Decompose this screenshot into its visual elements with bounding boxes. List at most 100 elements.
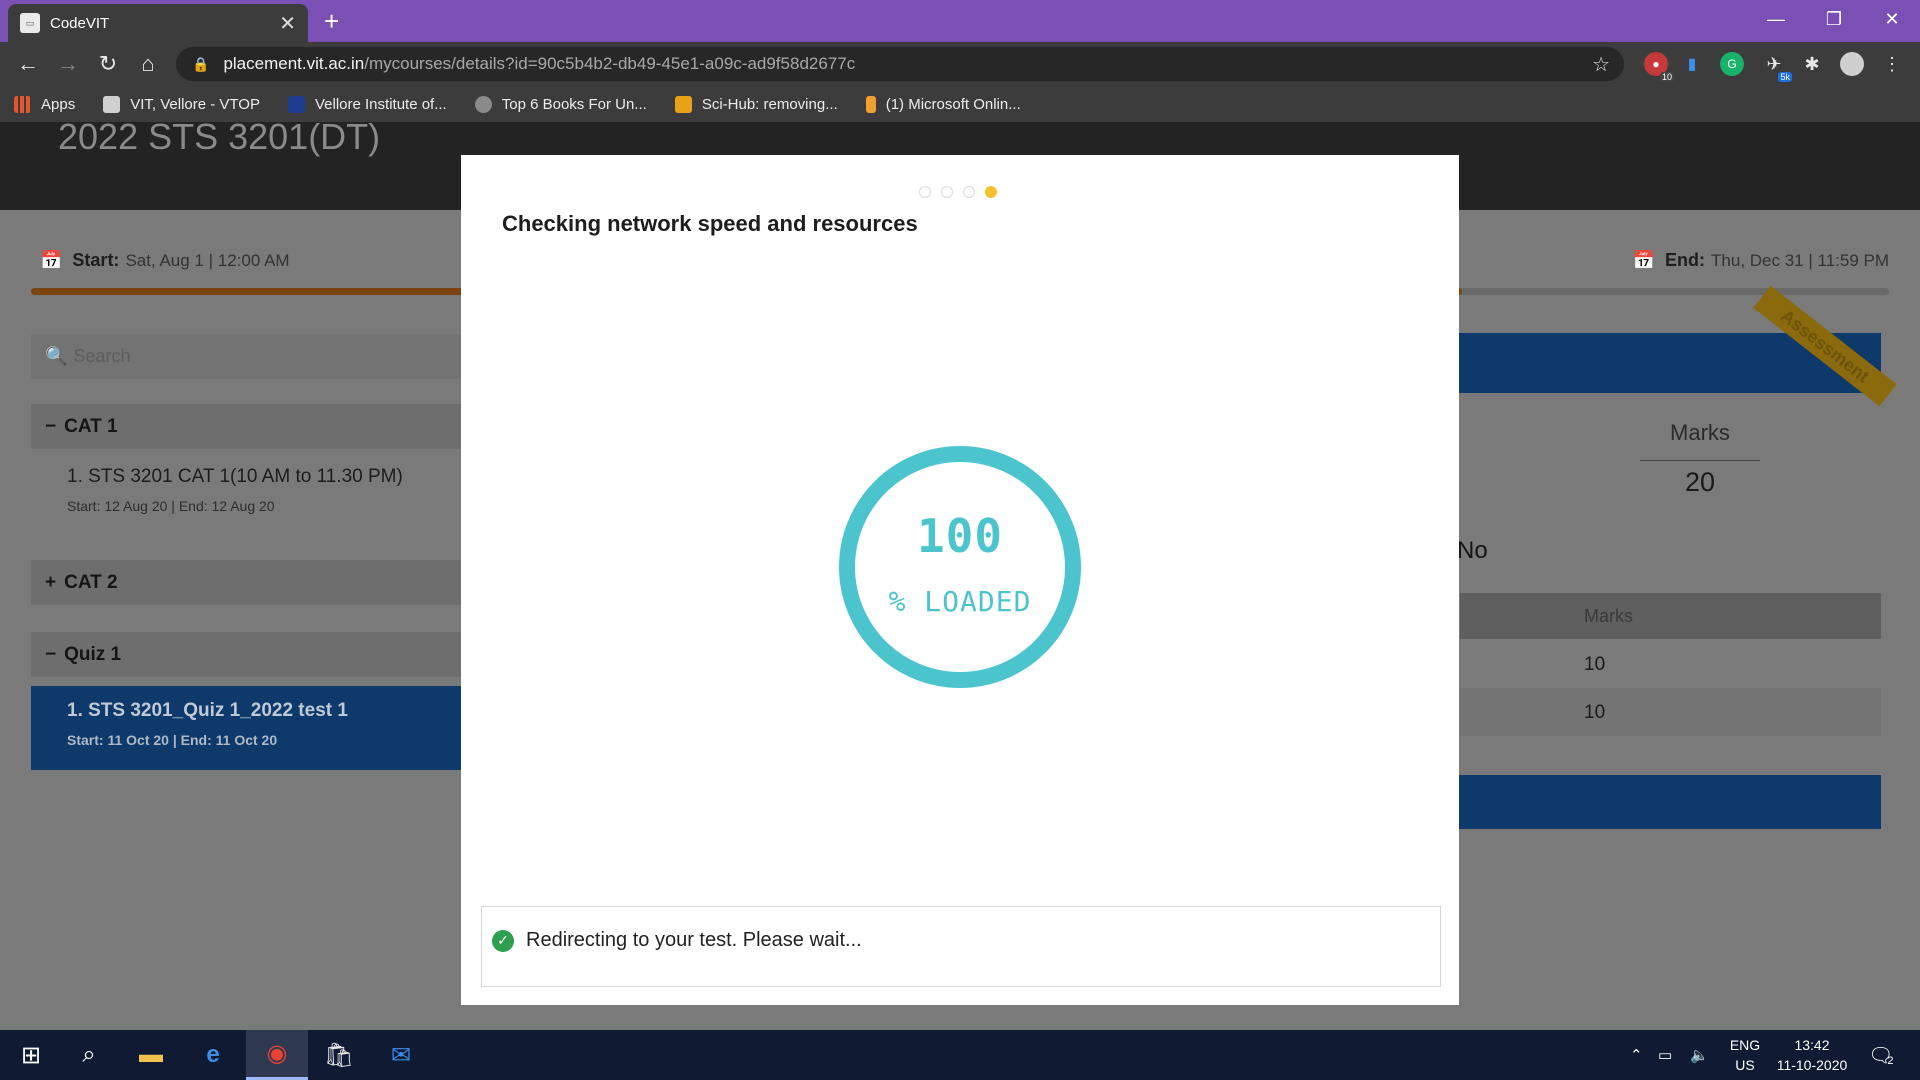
tab-close-icon[interactable]: ✕ bbox=[279, 11, 296, 36]
clock-date: 11-10-2020 bbox=[1776, 1057, 1848, 1073]
notifications-icon[interactable]: 🗨 2 bbox=[1868, 1030, 1894, 1080]
language-indicator[interactable]: ENG US bbox=[1722, 1030, 1768, 1080]
window-close-button[interactable]: ✕ bbox=[1864, 0, 1920, 38]
browser-toolbar: ← → ↻ ⌂ 🔒 placement.vit.ac.in /mycourses… bbox=[0, 42, 1920, 86]
section-quiz-1[interactable]: − Quiz 1 bbox=[31, 632, 491, 677]
list-item-selected[interactable]: 1. STS 3201_Quiz 1_2022 test 1 Start: 11… bbox=[31, 686, 491, 770]
bookmark-apps[interactable]: Apps bbox=[14, 95, 76, 113]
section-label: Quiz 1 bbox=[64, 643, 122, 665]
vtop-icon bbox=[103, 95, 121, 113]
marks-value: 20 bbox=[1640, 460, 1760, 498]
step-dot bbox=[919, 186, 931, 198]
table-cell-marks: 10 bbox=[1584, 654, 1606, 675]
extensions-puzzle-icon[interactable]: ✱ bbox=[1800, 52, 1824, 76]
step-dot-active bbox=[985, 186, 997, 198]
notification-count: 2 bbox=[1887, 1055, 1894, 1067]
collapse-icon: − bbox=[45, 643, 57, 665]
search-icon[interactable]: ⌕ bbox=[58, 1030, 120, 1080]
bookmark-scihub[interactable]: Sci-Hub: removing... bbox=[674, 95, 838, 113]
start-value: Sat, Aug 1 | 12:00 AM bbox=[125, 250, 290, 270]
minimize-button[interactable]: — bbox=[1748, 0, 1804, 38]
clock-time: 13:42 bbox=[1794, 1037, 1830, 1053]
step-indicator bbox=[919, 186, 997, 198]
back-arrow-icon[interactable]: ← bbox=[12, 48, 44, 80]
loading-percent: 100 bbox=[916, 508, 1004, 563]
bookmark-top-books[interactable]: Top 6 Books For Un... bbox=[474, 95, 647, 113]
browser-menu-icon[interactable]: ⋮ bbox=[1880, 52, 1904, 76]
expand-icon: + bbox=[45, 571, 57, 593]
item-dates: Start: 11 Oct 20 | End: 11 Oct 20 bbox=[67, 732, 278, 748]
browser-tab-strip: ▭ CodeVIT ✕ + — ❐ ✕ bbox=[0, 0, 1920, 42]
region-text: US bbox=[1735, 1057, 1755, 1073]
check-circle-icon: ✓ bbox=[492, 929, 514, 952]
list-item[interactable]: 1. STS 3201 CAT 1(10 AM to 11.30 PM) Sta… bbox=[31, 452, 491, 532]
course-title: 2022 STS 3201(DT) bbox=[58, 122, 381, 157]
bookmark-vellore-institute[interactable]: Vellore Institute of... bbox=[287, 95, 447, 113]
bookmark-label: (1) Microsoft Onlin... bbox=[885, 95, 1021, 113]
bookmark-microsoft[interactable]: (1) Microsoft Onlin... bbox=[865, 95, 1021, 113]
modal-title: Checking network speed and resources bbox=[502, 211, 918, 236]
reload-icon[interactable]: ↻ bbox=[92, 48, 124, 80]
table-row: 10 bbox=[1460, 688, 1881, 736]
microsoft-icon bbox=[865, 95, 876, 113]
file-explorer-icon[interactable]: ▬ bbox=[120, 1030, 182, 1080]
edge-icon[interactable]: e bbox=[182, 1030, 244, 1080]
status-message: Redirecting to your test. Please wait... bbox=[526, 929, 862, 951]
extension-2-chart-icon[interactable]: ▮ bbox=[1680, 52, 1704, 76]
chrome-icon[interactable]: ◉ bbox=[246, 1030, 308, 1080]
bookmark-label: Top 6 Books For Un... bbox=[501, 95, 647, 113]
course-end-date: 📅 End: Thu, Dec 31 | 11:59 PM bbox=[1633, 250, 1889, 271]
store-icon[interactable]: 🛍 bbox=[308, 1030, 370, 1080]
item-title: 1. STS 3201_Quiz 1_2022 test 1 bbox=[67, 700, 348, 721]
bookmark-label: Vellore Institute of... bbox=[314, 95, 447, 113]
course-start-date: 📅 Start: Sat, Aug 1 | 12:00 AM bbox=[40, 250, 290, 271]
start-test-band[interactable] bbox=[1457, 775, 1881, 829]
search-icon: 🔍 bbox=[45, 346, 68, 366]
home-icon[interactable]: ⌂ bbox=[132, 48, 164, 80]
apps-grid-icon bbox=[14, 95, 31, 113]
forward-arrow-icon[interactable]: → bbox=[52, 48, 84, 80]
search-input[interactable]: 🔍 Search bbox=[31, 334, 491, 379]
profile-avatar[interactable] bbox=[1840, 52, 1864, 76]
codevit-favicon-icon: ▭ bbox=[20, 13, 40, 33]
item-title: 1. STS 3201 CAT 1(10 AM to 11.30 PM) bbox=[67, 466, 403, 487]
volume-icon[interactable]: 🔈 bbox=[1690, 1030, 1709, 1080]
url-path: /mycourses/details?id=90c5b4b2-db49-45e1… bbox=[364, 54, 856, 73]
tab-title: CodeVIT bbox=[50, 14, 110, 32]
search-placeholder: Search bbox=[73, 346, 131, 366]
restore-button[interactable]: ❐ bbox=[1806, 0, 1862, 38]
section-label: CAT 1 bbox=[64, 415, 118, 437]
extension-1-icon[interactable]: ● 10 bbox=[1644, 52, 1674, 82]
clock[interactable]: 13:42 11-10-2020 bbox=[1766, 1030, 1858, 1080]
loading-progress-ring: 100 % LOADED bbox=[839, 446, 1081, 688]
section-cat-2[interactable]: + CAT 2 bbox=[31, 560, 491, 605]
books-icon bbox=[474, 95, 492, 113]
browser-tab[interactable]: ▭ CodeVIT ✕ bbox=[8, 4, 308, 42]
bookmark-label: Sci-Hub: removing... bbox=[701, 95, 838, 113]
bookmark-star-icon[interactable]: ☆ bbox=[1592, 52, 1610, 77]
windows-start-icon[interactable]: ⊞ bbox=[0, 1030, 62, 1080]
battery-icon[interactable]: ▭ bbox=[1658, 1030, 1672, 1080]
bookmark-label: VIT, Vellore - VTOP bbox=[130, 95, 260, 113]
bookmark-label: Apps bbox=[41, 95, 76, 113]
url-host: placement.vit.ac.in bbox=[223, 54, 365, 73]
calendar-icon: 📅 bbox=[1632, 250, 1656, 270]
system-check-modal: Checking network speed and resources 100… bbox=[461, 155, 1459, 1005]
table-cell-marks: 10 bbox=[1584, 702, 1606, 723]
section-cat-1[interactable]: − CAT 1 bbox=[31, 404, 491, 449]
status-message-box: ✓ Redirecting to your test. Please wait.… bbox=[481, 906, 1441, 987]
windows-taskbar: ⊞ ⌕ ▬ e ◉ 🛍 ✉ ⌃ ▭ 🔈 ENG US 13:42 11-10-2… bbox=[0, 1030, 1920, 1080]
mail-icon[interactable]: ✉ bbox=[370, 1030, 432, 1080]
extension-1-badge: 10 bbox=[1659, 72, 1674, 82]
tray-chevron-icon[interactable]: ⌃ bbox=[1630, 1030, 1643, 1080]
extension-4-icon[interactable]: ✈ 5k bbox=[1762, 52, 1792, 82]
table-header-marks: Marks bbox=[1584, 606, 1633, 626]
address-bar[interactable]: 🔒 placement.vit.ac.in /mycourses/details… bbox=[176, 47, 1624, 81]
calendar-icon: 📅 bbox=[40, 250, 63, 270]
bookmark-vtop[interactable]: VIT, Vellore - VTOP bbox=[103, 95, 260, 113]
table-header: Marks bbox=[1460, 593, 1881, 639]
grammarly-icon[interactable]: G bbox=[1720, 52, 1744, 76]
new-tab-button[interactable]: + bbox=[324, 6, 339, 37]
step-dot bbox=[963, 186, 975, 198]
loading-label: % LOADED bbox=[888, 584, 1032, 618]
